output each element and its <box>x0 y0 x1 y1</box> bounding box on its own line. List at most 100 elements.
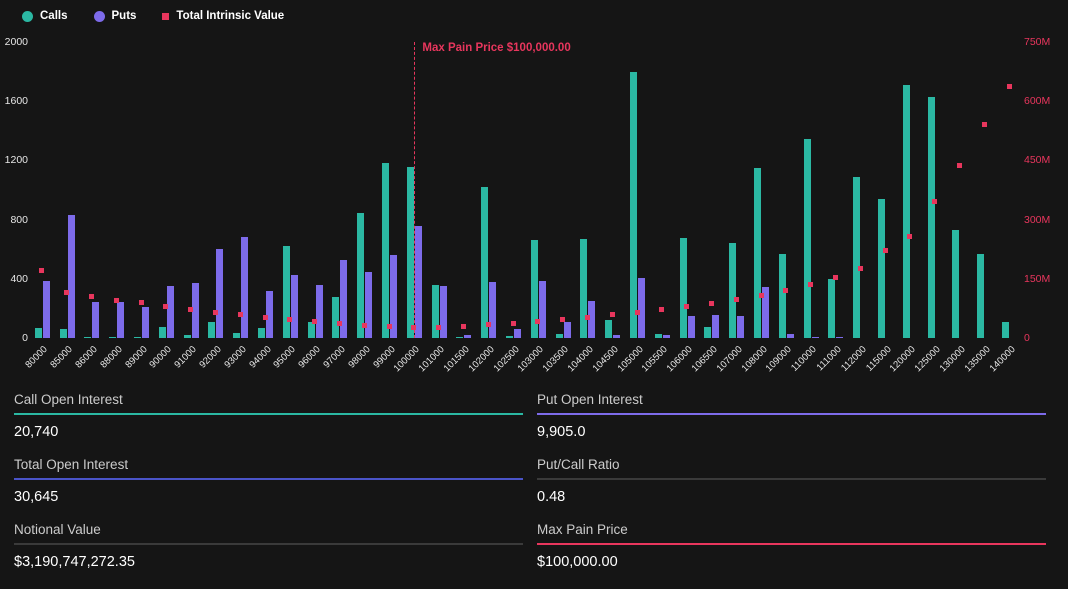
calls-bar-92000[interactable] <box>208 322 215 338</box>
tiv-marker-102000[interactable] <box>486 322 491 327</box>
puts-bar-90000[interactable] <box>167 286 174 338</box>
calls-bar-111000[interactable] <box>828 279 835 338</box>
tiv-marker-104000[interactable] <box>585 315 590 320</box>
tiv-marker-86000[interactable] <box>89 294 94 299</box>
calls-bar-115000[interactable] <box>878 199 885 338</box>
calls-bar-104000[interactable] <box>580 239 587 338</box>
strike-group-102000[interactable] <box>476 42 501 338</box>
puts-bar-85000[interactable] <box>68 215 75 338</box>
calls-bar-89000[interactable] <box>134 337 141 338</box>
strike-group-135000[interactable] <box>972 42 997 338</box>
tiv-marker-95000[interactable] <box>287 317 292 322</box>
calls-bar-94000[interactable] <box>258 328 265 338</box>
strike-group-97000[interactable] <box>328 42 353 338</box>
tiv-marker-115000[interactable] <box>883 248 888 253</box>
calls-bar-102000[interactable] <box>481 187 488 338</box>
puts-bar-101000[interactable] <box>440 286 447 338</box>
tiv-marker-106000[interactable] <box>684 304 689 309</box>
strike-group-106000[interactable] <box>675 42 700 338</box>
tiv-marker-98000[interactable] <box>362 323 367 328</box>
tiv-marker-104500[interactable] <box>610 312 615 317</box>
tiv-marker-92000[interactable] <box>213 310 218 315</box>
calls-bar-80000[interactable] <box>35 328 42 338</box>
puts-bar-103500[interactable] <box>564 322 571 338</box>
puts-bar-96000[interactable] <box>316 285 323 338</box>
strike-group-107000[interactable] <box>724 42 749 338</box>
calls-bar-102500[interactable] <box>506 336 513 338</box>
puts-bar-110000[interactable] <box>812 337 819 338</box>
strike-group-115000[interactable] <box>873 42 898 338</box>
puts-bar-93000[interactable] <box>241 237 248 338</box>
calls-bar-112000[interactable] <box>853 177 860 338</box>
puts-bar-105000[interactable] <box>638 278 645 338</box>
calls-bar-106500[interactable] <box>704 327 711 338</box>
strike-group-95000[interactable] <box>278 42 303 338</box>
strike-group-112000[interactable] <box>848 42 873 338</box>
strike-group-103500[interactable] <box>551 42 576 338</box>
tiv-marker-135000[interactable] <box>982 122 987 127</box>
puts-bar-106500[interactable] <box>712 315 719 338</box>
strike-group-94000[interactable] <box>253 42 278 338</box>
calls-bar-110000[interactable] <box>804 139 811 338</box>
tiv-marker-101000[interactable] <box>436 325 441 330</box>
strike-group-88000[interactable] <box>104 42 129 338</box>
puts-bar-102000[interactable] <box>489 282 496 338</box>
calls-bar-97000[interactable] <box>332 297 339 338</box>
tiv-marker-97000[interactable] <box>337 321 342 326</box>
calls-bar-101000[interactable] <box>432 285 439 338</box>
tiv-marker-94000[interactable] <box>263 315 268 320</box>
calls-bar-99000[interactable] <box>382 163 389 338</box>
puts-bar-101500[interactable] <box>464 335 471 338</box>
tiv-marker-103000[interactable] <box>535 319 540 324</box>
tiv-marker-108000[interactable] <box>759 293 764 298</box>
calls-bar-108000[interactable] <box>754 168 761 338</box>
calls-bar-88000[interactable] <box>109 337 116 338</box>
strike-group-101000[interactable] <box>427 42 452 338</box>
strike-group-106500[interactable] <box>700 42 725 338</box>
strike-group-105500[interactable] <box>650 42 675 338</box>
puts-bar-92000[interactable] <box>216 249 223 338</box>
strike-group-110000[interactable] <box>799 42 824 338</box>
tiv-marker-91000[interactable] <box>188 307 193 312</box>
tiv-marker-105000[interactable] <box>635 310 640 315</box>
tiv-marker-88000[interactable] <box>114 298 119 303</box>
tiv-marker-100000[interactable] <box>411 325 416 330</box>
tiv-marker-111000[interactable] <box>833 275 838 280</box>
tiv-marker-80000[interactable] <box>39 268 44 273</box>
legend-item-calls[interactable]: Calls <box>22 10 68 22</box>
strike-group-98000[interactable] <box>352 42 377 338</box>
tiv-marker-90000[interactable] <box>163 304 168 309</box>
calls-bar-91000[interactable] <box>184 335 191 338</box>
strike-group-80000[interactable] <box>30 42 55 338</box>
strike-group-96000[interactable] <box>303 42 328 338</box>
calls-bar-85000[interactable] <box>60 329 67 338</box>
tiv-marker-96000[interactable] <box>312 319 317 324</box>
strike-group-105000[interactable] <box>625 42 650 338</box>
tiv-marker-107000[interactable] <box>734 297 739 302</box>
calls-bar-120000[interactable] <box>903 85 910 338</box>
calls-bar-103500[interactable] <box>556 334 563 338</box>
tiv-marker-112000[interactable] <box>858 266 863 271</box>
legend-item-puts[interactable]: Puts <box>94 10 137 22</box>
calls-bar-104500[interactable] <box>605 320 612 338</box>
strike-group-91000[interactable] <box>179 42 204 338</box>
puts-bar-95000[interactable] <box>291 275 298 338</box>
tiv-marker-106500[interactable] <box>709 301 714 306</box>
calls-bar-90000[interactable] <box>159 327 166 338</box>
tiv-marker-99000[interactable] <box>387 324 392 329</box>
legend-item-total-intrinsic-value[interactable]: Total Intrinsic Value <box>162 10 284 22</box>
strike-group-125000[interactable] <box>923 42 948 338</box>
calls-bar-105000[interactable] <box>630 72 637 338</box>
tiv-marker-102500[interactable] <box>511 321 516 326</box>
strike-group-104500[interactable] <box>600 42 625 338</box>
calls-bar-93000[interactable] <box>233 333 240 338</box>
strike-group-104000[interactable] <box>576 42 601 338</box>
puts-bar-100000[interactable] <box>415 226 422 338</box>
calls-bar-98000[interactable] <box>357 213 364 338</box>
calls-bar-105500[interactable] <box>655 334 662 338</box>
puts-bar-88000[interactable] <box>117 302 124 338</box>
tiv-marker-120000[interactable] <box>907 234 912 239</box>
puts-bar-89000[interactable] <box>142 307 149 338</box>
puts-bar-106000[interactable] <box>688 316 695 338</box>
strike-group-99000[interactable] <box>377 42 402 338</box>
